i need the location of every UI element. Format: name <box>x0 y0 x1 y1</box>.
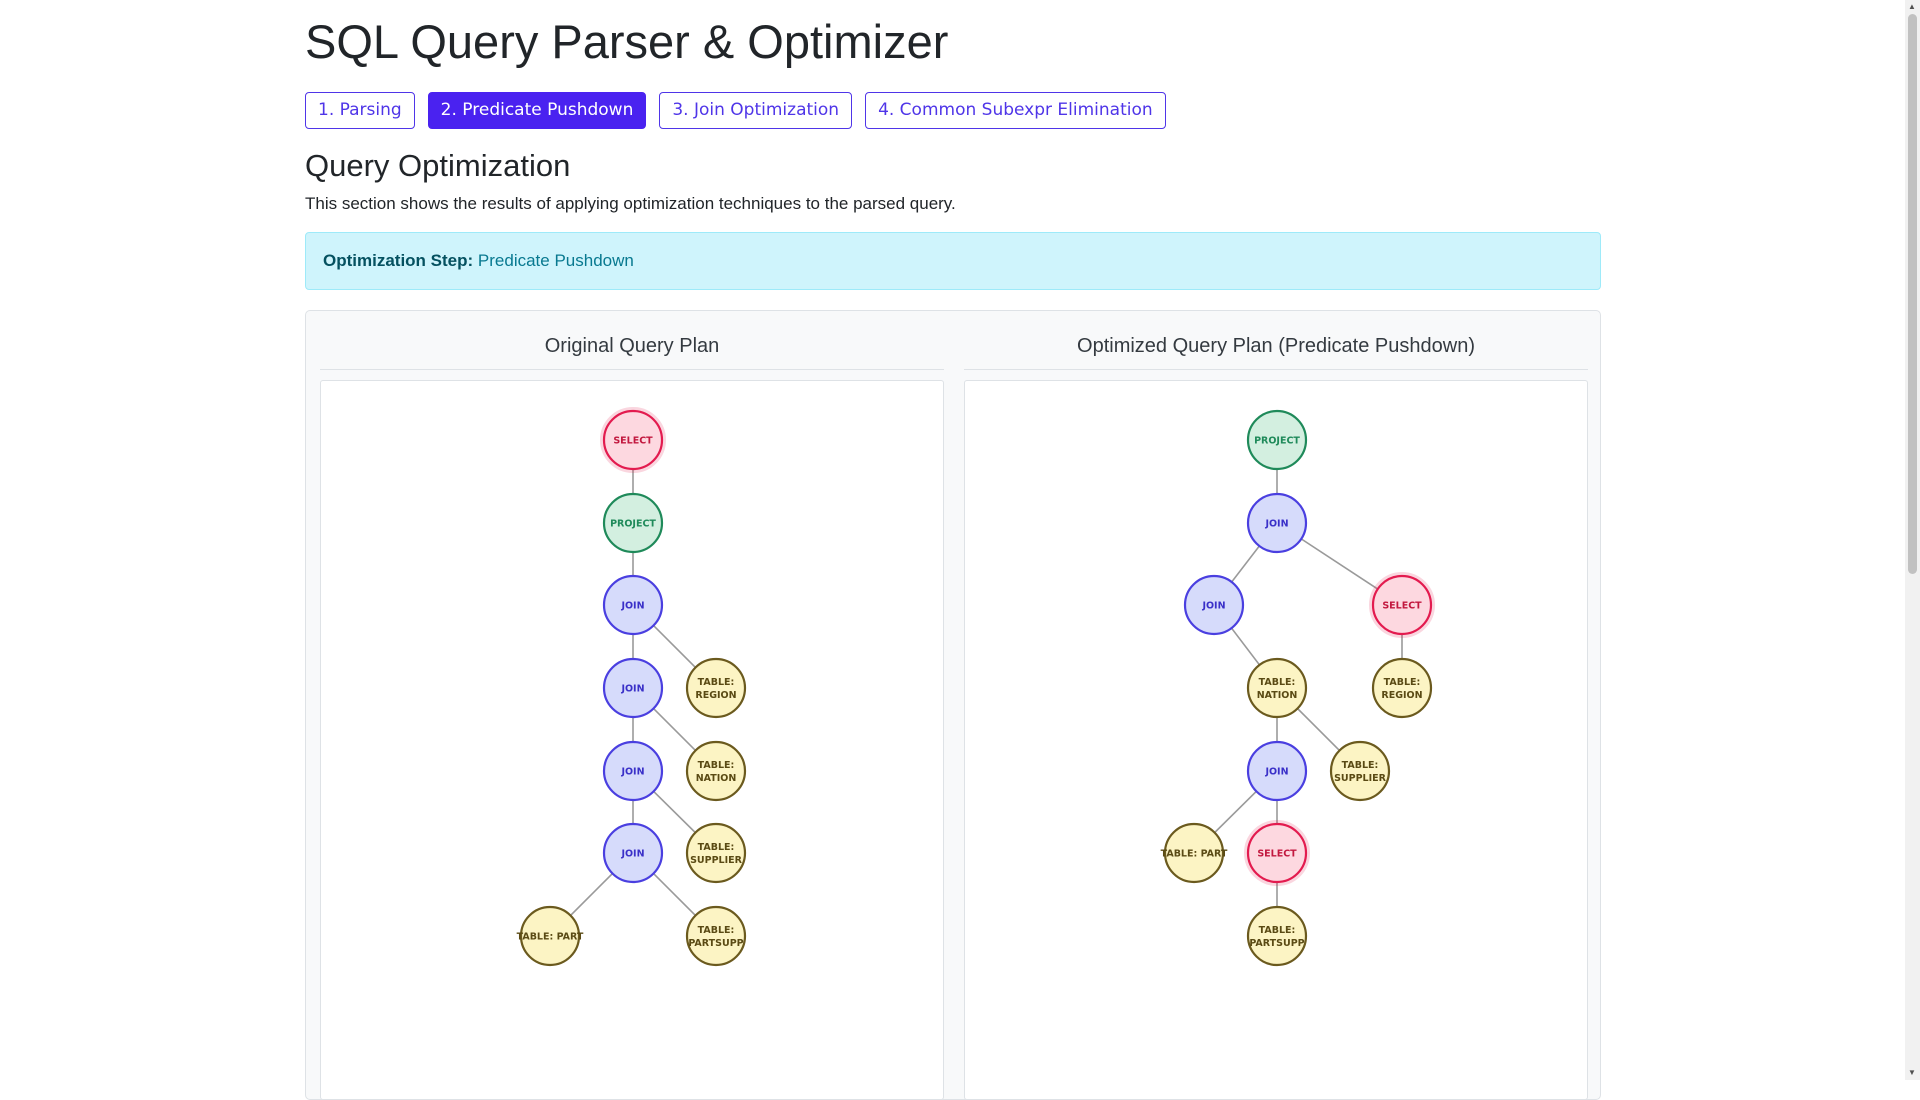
plan-node-project[interactable]: PROJECT <box>602 492 664 554</box>
plan-node-label: JOIN <box>1201 601 1225 612</box>
optimized-plan-tree: PROJECT JOIN JOIN SELECT TABLE: NATION TABLE: R… <box>1161 409 1435 967</box>
original-plan-title: Original Query Plan <box>544 335 720 357</box>
plan-node-label: NATION <box>696 773 737 784</box>
plan-node-select[interactable]: SELECT <box>1244 820 1310 886</box>
plan-node-table[interactable]: TABLE: NATION <box>685 740 747 802</box>
plan-node-join[interactable]: JOIN <box>602 574 664 636</box>
plan-node-table[interactable]: TABLE: PART <box>517 905 584 967</box>
optimization-tabs: 1. Parsing 2. Predicate Pushdown 3. Join… <box>305 92 1166 129</box>
plan-node-label: TABLE: <box>698 925 735 936</box>
divider <box>964 369 1588 370</box>
scroll-thumb[interactable] <box>1908 14 1917 574</box>
plan-node-table[interactable]: TABLE: SUPPLIER <box>1329 740 1391 802</box>
plan-node-table[interactable]: TABLE: REGION <box>685 657 747 719</box>
plan-node-label: SUPPLIER <box>1334 773 1387 784</box>
section-description: This section shows the results of applyi… <box>305 194 956 213</box>
plan-node-table[interactable]: TABLE: SUPPLIER <box>685 822 747 884</box>
plan-node-label: JOIN <box>620 849 644 860</box>
plan-node-label: REGION <box>695 690 736 701</box>
plan-node-label: REGION <box>1381 690 1422 701</box>
plan-node-label: SUPPLIER <box>690 855 743 866</box>
plan-node-label: TABLE: PART <box>517 932 584 943</box>
plan-node-table[interactable]: TABLE: REGION <box>1371 657 1433 719</box>
plan-node-label: JOIN <box>620 601 644 612</box>
tab-parsing[interactable]: 1. Parsing <box>305 92 415 129</box>
plan-node-table[interactable]: TABLE: PARTSUPP <box>1246 905 1308 967</box>
plan-node-join[interactable]: JOIN <box>1183 574 1245 636</box>
plan-node-circle <box>685 657 747 719</box>
tab-predicate-pushdown[interactable]: 2. Predicate Pushdown <box>427 92 647 129</box>
plan-node-label: TABLE: <box>698 760 735 771</box>
page-title: SQL Query Parser & Optimizer <box>305 15 949 68</box>
plan-node-select[interactable]: SELECT <box>600 407 666 473</box>
plan-node-table[interactable]: TABLE: PART <box>1161 822 1228 884</box>
plan-node-label: PARTSUPP <box>688 938 743 949</box>
plan-node-circle <box>685 822 747 884</box>
plan-node-circle <box>1246 657 1308 719</box>
plans-panel: Original Query Plan SELECT PROJECT JOIN JOI… <box>305 310 1601 1100</box>
optimized-plan-graph[interactable]: PROJECT JOIN JOIN SELECT TABLE: NATION TABLE: R… <box>964 380 1588 1100</box>
plan-node-circle <box>1329 740 1391 802</box>
plan-node-label: JOIN <box>620 767 644 778</box>
plan-node-label: TABLE: <box>1259 677 1296 688</box>
alert-label: Optimization Step: <box>323 251 474 270</box>
section-title: Query Optimization <box>305 148 571 183</box>
plan-node-circle <box>1246 905 1308 967</box>
tab-common-subexpr-elimination[interactable]: 4. Common Subexpr Elimination <box>865 92 1166 129</box>
alert-value: Predicate Pushdown <box>477 251 634 270</box>
plan-node-project[interactable]: PROJECT <box>1246 409 1308 471</box>
plan-node-label: TABLE: <box>1384 677 1421 688</box>
plan-node-label: JOIN <box>620 684 644 695</box>
scroll-up-arrow-icon[interactable]: ▲ <box>1908 2 1916 12</box>
plan-node-label: TABLE: <box>1342 760 1379 771</box>
plan-node-join[interactable]: JOIN <box>602 822 664 884</box>
plan-node-table[interactable]: TABLE: PARTSUPP <box>685 905 747 967</box>
original-plan-graph[interactable]: SELECT PROJECT JOIN JOIN TABLE: REGION JOIN TAB… <box>320 380 944 1100</box>
plan-node-select[interactable]: SELECT <box>1369 572 1435 638</box>
original-plan-tree: SELECT PROJECT JOIN JOIN TABLE: REGION JOIN TAB… <box>517 407 747 967</box>
plan-node-label: PROJECT <box>610 519 656 530</box>
page-scrollbar[interactable]: ▲ ▼ <box>1905 0 1920 1080</box>
plan-node-label: TABLE: <box>1259 925 1296 936</box>
plan-node-label: TABLE: <box>698 842 735 853</box>
tab-join-optimization[interactable]: 3. Join Optimization <box>659 92 853 129</box>
plan-node-label: SELECT <box>1257 849 1297 860</box>
plan-node-circle <box>685 740 747 802</box>
plan-node-label: SELECT <box>613 436 653 447</box>
optimized-plan-title: Optimized Query Plan (Predicate Pushdown… <box>1077 335 1475 357</box>
optimization-step-alert: Optimization Step: Predicate Pushdown <box>305 232 1601 290</box>
plan-node-join[interactable]: JOIN <box>1246 740 1308 802</box>
plan-node-label: JOIN <box>1264 767 1288 778</box>
plan-node-label: TABLE: <box>698 677 735 688</box>
plan-node-join[interactable]: JOIN <box>1246 492 1308 554</box>
plan-node-label: NATION <box>1257 690 1298 701</box>
divider <box>320 369 944 370</box>
plan-node-label: PROJECT <box>1254 436 1300 447</box>
scroll-down-arrow-icon[interactable]: ▼ <box>1908 1068 1916 1078</box>
plan-node-label: JOIN <box>1264 519 1288 530</box>
plan-node-join[interactable]: JOIN <box>602 657 664 719</box>
plan-node-label: TABLE: PART <box>1161 849 1228 860</box>
plan-node-join[interactable]: JOIN <box>602 740 664 802</box>
plan-node-circle <box>1371 657 1433 719</box>
plan-node-circle <box>685 905 747 967</box>
plan-node-label: SELECT <box>1382 601 1422 612</box>
plan-node-label: PARTSUPP <box>1249 938 1304 949</box>
plan-node-table[interactable]: TABLE: NATION <box>1246 657 1308 719</box>
